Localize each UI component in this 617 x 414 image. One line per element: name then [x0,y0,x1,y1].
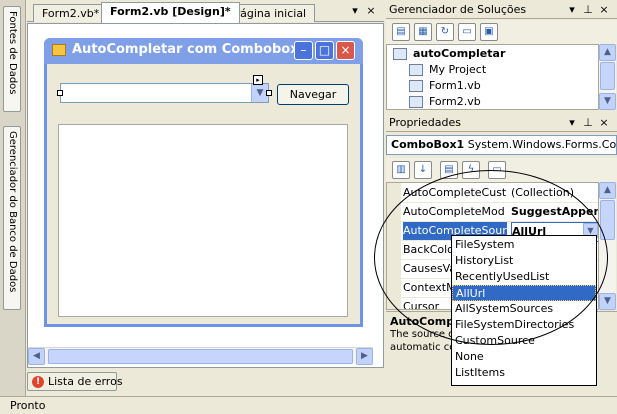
left-dock-bar: Fontes de Dados Gerenciador do Banco de … [0,0,26,396]
dropdown-item[interactable]: None [452,349,596,365]
folder-icon [409,64,423,76]
web-browser-area [58,124,348,317]
property-pages-icon[interactable]: ▭ [488,161,506,179]
scroll-down-icon[interactable]: ▼ [599,93,616,110]
properties-toolbar: ▥ ↓ ▤ ϟ ▭ [386,158,617,182]
form-file-icon [409,80,423,92]
scroll-thumb[interactable] [600,200,615,240]
form-title-bar: AutoCompletar com Combobox – □ × [44,38,363,64]
solution-explorer-title: Gerenciador de Soluções [389,3,527,16]
refresh-icon[interactable]: ↻ [436,23,454,41]
solution-explorer-toolbar: ▤ ▦ ↻ ▭ ▣ [386,20,617,44]
document-tab-strip: Form2.vb* Form2.vb [Design]* Página inic… [27,0,384,23]
view-code-icon[interactable]: ▭ [458,23,476,41]
tree-item-label: Form2.vb [429,95,481,108]
panel-menu-icon[interactable]: ▾ [566,3,578,16]
status-bar: Pronto [0,396,617,414]
view-designer-icon[interactable]: ▣ [480,23,498,41]
resize-handle-left[interactable] [57,90,63,96]
property-name: AutoCompleteCust [403,186,507,199]
panel-menu-icon[interactable]: ▾ [566,116,578,129]
scroll-thumb[interactable] [600,62,615,90]
scroll-up-icon[interactable]: ▲ [599,44,616,61]
minimize-icon[interactable]: – [294,41,313,60]
tree-item-form2[interactable]: Form2.vb [409,94,481,110]
dropdown-item[interactable]: FileSystemDirectories [452,317,596,333]
tab-form2-design[interactable]: Form2.vb [Design]* [101,2,240,23]
scroll-up-icon[interactable]: ▲ [599,182,616,199]
pin-icon[interactable]: ⊥ [582,3,594,16]
scroll-thumb[interactable] [48,349,353,364]
dropdown-item[interactable]: RecentlyUsedList [452,269,596,285]
dropdown-item[interactable]: HistoryList [452,253,596,269]
tree-item-project[interactable]: autoCompletar [393,46,505,62]
properties-view-icon[interactable]: ▤ [440,161,458,179]
project-icon [393,48,407,60]
pin-icon[interactable]: ⊥ [582,116,594,129]
resize-handle-right[interactable] [266,90,272,96]
error-icon: ! [32,376,44,388]
object-selector[interactable]: ComboBox1 System.Windows.Forms.Com [386,135,617,155]
form-close-icon[interactable]: × [336,41,355,60]
dropdown-item[interactable]: AllSystemSources [452,301,596,317]
property-grid-scrollbar[interactable]: ▲ ▼ [599,182,616,310]
designer-horizontal-scrollbar[interactable]: ◀ ▶ [28,347,373,365]
solution-tree: autoCompletar My Project Form1.vb Form2.… [386,44,599,110]
database-explorer-tab-label: Gerenciador do Banco de Dados [7,131,18,293]
categorized-icon[interactable]: ▥ [392,161,410,179]
properties-title: Propriedades [389,116,461,129]
form-file-icon [409,96,423,108]
error-list-tab[interactable]: ! Lista de erros [27,372,123,391]
dropdown-item[interactable]: CustomSource [452,333,596,349]
alphabetical-icon[interactable]: ↓ [414,161,432,179]
tree-item-label: autoCompletar [413,47,506,60]
panel-close-icon[interactable]: × [598,3,610,16]
tab-form2-code[interactable]: Form2.vb* [33,4,109,22]
tree-item-my-project[interactable]: My Project [409,62,486,78]
smart-tag-icon[interactable]: ▸ [253,75,263,85]
status-text: Pronto [10,399,46,412]
solution-explorer-header: Gerenciador de Soluções ▾ ⊥ × [386,0,617,19]
form-icon [52,44,66,56]
error-list-label: Lista de erros [48,375,123,388]
show-all-files-icon[interactable]: ▦ [414,23,432,41]
tree-item-form1[interactable]: Form1.vb [409,78,481,94]
dropdown-item-selected[interactable]: AllUrl [452,285,596,301]
properties-header: Propriedades ▾ ⊥ × [386,113,617,132]
scroll-down-icon[interactable]: ▼ [599,293,616,310]
property-name: AutoCompleteMod [403,205,505,218]
database-explorer-tab[interactable]: Gerenciador do Banco de Dados [3,126,21,310]
dropdown-item[interactable]: ListItems [452,365,596,381]
dropdown-item[interactable]: FileSystem [452,237,596,253]
panel-close-icon[interactable]: × [598,116,610,129]
url-combobox[interactable]: ▼ [60,83,269,103]
scroll-left-icon[interactable]: ◀ [28,348,45,365]
events-icon[interactable]: ϟ [462,161,480,179]
object-name: ComboBox1 [391,138,465,151]
close-icon[interactable]: × [365,4,377,18]
property-row[interactable]: AutoCompleteMod SuggestAppend [387,203,598,222]
property-value: (Collection) [511,186,574,199]
object-type: System.Windows.Forms.Com [467,138,617,151]
property-row[interactable]: AutoCompleteCust (Collection) [387,184,598,203]
properties-icon[interactable]: ▤ [392,23,410,41]
maximize-icon[interactable]: □ [315,41,334,60]
form-title: AutoCompletar com Combobox [72,42,299,57]
tree-item-label: Form1.vb [429,79,481,92]
tree-item-label: My Project [429,63,487,76]
tab-menu-icon[interactable]: ▾ [349,4,361,18]
scroll-right-icon[interactable]: ▶ [356,348,373,365]
data-sources-tab-label: Fontes de Dados [7,11,18,95]
autocomplete-source-dropdown: FileSystem HistoryList RecentlyUsedList … [451,235,597,386]
navigate-button[interactable]: Navegar [277,84,349,105]
solution-tree-scrollbar[interactable]: ▲ ▼ [599,44,616,110]
data-sources-tab[interactable]: Fontes de Dados [3,6,21,112]
property-value: SuggestAppend [511,205,598,218]
